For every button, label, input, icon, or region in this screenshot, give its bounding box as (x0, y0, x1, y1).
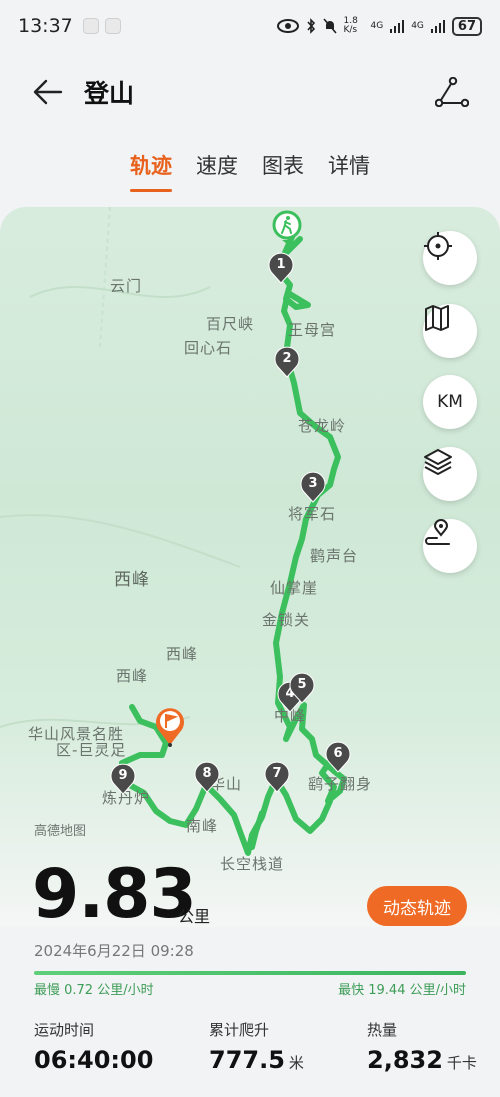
map-label: 区-巨灵足 (56, 741, 127, 759)
tab-chart[interactable]: 图表 (262, 150, 304, 194)
metric-label: 累计爬升 (209, 1021, 270, 1039)
metric-label: 运动时间 (34, 1021, 95, 1039)
back-button[interactable] (28, 74, 68, 110)
layers-icon (424, 449, 452, 475)
map-label: 王母宫 (288, 321, 337, 339)
net-type: 4G (370, 21, 384, 31)
bluetooth-icon (306, 18, 315, 34)
map-label: 南峰 (186, 817, 219, 835)
km-marker[interactable]: 6 (325, 741, 351, 773)
map-label: 将军石 (288, 505, 337, 523)
metric-value: 2,832 千卡 (367, 1046, 477, 1074)
km-marker[interactable]: 2 (274, 346, 300, 378)
km-marker[interactable]: 5 (289, 672, 315, 704)
distance-unit: 公里 (178, 907, 211, 926)
distance-value: 9.83 (32, 855, 197, 934)
arrow-left-icon (33, 79, 63, 105)
hiker-start-icon (272, 210, 302, 244)
net-speed: 1.8 K/s (343, 16, 358, 35)
header: 登山 (0, 60, 500, 124)
map-view-button[interactable] (423, 304, 477, 358)
route-share-icon (435, 77, 469, 107)
km-marker-label: 9 (118, 768, 128, 783)
map-label: 西峰 (166, 645, 199, 663)
map-label: 苍龙岭 (298, 417, 347, 435)
route-pin-button[interactable] (423, 519, 477, 573)
summary-panel: 9.83 公里 动态轨迹 2024年6月22日 09:28 最慢 0.72 公里… (0, 855, 500, 1097)
unit-km-button[interactable]: KM (423, 375, 477, 429)
layers-button[interactable] (423, 447, 477, 501)
notification-app-icon (104, 18, 121, 34)
flag-end-icon (156, 708, 184, 747)
map-label: 西峰 (114, 570, 150, 590)
track-map[interactable]: 云门 百尺峡 回心石 王母宫 苍龙岭 将军石 鹳声台 仙掌崖 金锁关 西峰 西峰… (0, 207, 500, 927)
km-marker-label: 6 (333, 746, 343, 761)
map-label: 百尺峡 (206, 315, 255, 333)
km-marker-label: 2 (282, 351, 292, 366)
km-marker-label: 8 (202, 766, 212, 781)
locate-target-icon (424, 232, 452, 260)
amap-credit: 高德地图 (34, 824, 87, 839)
metric-value: 06:40:00 (34, 1046, 154, 1074)
map-label: 回心石 (184, 339, 233, 357)
metric-duration: 运动时间 06:40:00 (34, 1019, 153, 1074)
speed-range-bar (34, 971, 466, 975)
km-marker-label: 7 (272, 766, 282, 781)
route-pin-icon (425, 519, 450, 545)
eye-icon (276, 19, 299, 33)
signal-icon (390, 20, 405, 33)
km-marker[interactable]: 3 (300, 471, 326, 503)
locate-button[interactable] (423, 231, 477, 285)
km-marker[interactable]: 1 (268, 252, 294, 284)
route-share-button[interactable] (432, 72, 472, 112)
km-marker-label: 1 (276, 257, 286, 272)
map-label: 西峰 (116, 667, 149, 685)
km-marker[interactable]: 8 (194, 761, 220, 793)
km-marker[interactable]: 7 (264, 761, 290, 793)
map-icon (425, 305, 449, 331)
notification-app-icon (82, 18, 99, 34)
metric-calories: 热量 2,832 千卡 (367, 1019, 477, 1074)
km-marker-label: 5 (297, 677, 307, 692)
status-bar: 13:37 1.8 K/s 4G 4G 67 (0, 0, 500, 52)
metric-value: 777.5 米 (209, 1046, 304, 1074)
map-label: 鹞子翻身 (308, 775, 373, 793)
battery-indicator: 67 (451, 16, 482, 36)
tab-speed[interactable]: 速度 (196, 150, 238, 194)
map-label: 鹳声台 (310, 547, 359, 565)
mute-bell-icon (322, 18, 337, 34)
signal-icon (430, 20, 445, 33)
status-right: 1.8 K/s 4G 4G 67 (276, 16, 482, 36)
map-label: 仙掌崖 (270, 579, 319, 597)
page-title: 登山 (84, 79, 135, 108)
km-label: KM (437, 392, 463, 412)
metric-ascent: 累计爬升 777.5 米 (209, 1019, 304, 1074)
km-marker-label: 3 (308, 476, 318, 491)
tab-bar: 轨迹 速度 图表 详情 (0, 150, 500, 196)
fastest-speed: 最快 19.44 公里/小时 (338, 983, 466, 998)
notification-icons (82, 18, 121, 34)
slowest-speed: 最慢 0.72 公里/小时 (34, 983, 154, 998)
tab-details[interactable]: 详情 (328, 150, 370, 194)
metric-label: 热量 (367, 1021, 398, 1039)
km-marker[interactable]: 9 (110, 763, 136, 795)
map-label: 金锁关 (262, 611, 311, 629)
metric-unit: 千卡 (446, 1054, 477, 1072)
metric-unit: 米 (288, 1054, 304, 1072)
dynamic-track-button[interactable]: 动态轨迹 (367, 886, 467, 926)
tab-track[interactable]: 轨迹 (130, 150, 172, 194)
map-label: 云门 (110, 277, 143, 295)
workout-datetime: 2024年6月22日 09:28 (34, 942, 194, 960)
net-type: 4G (411, 21, 424, 31)
status-time: 13:37 (18, 15, 73, 37)
